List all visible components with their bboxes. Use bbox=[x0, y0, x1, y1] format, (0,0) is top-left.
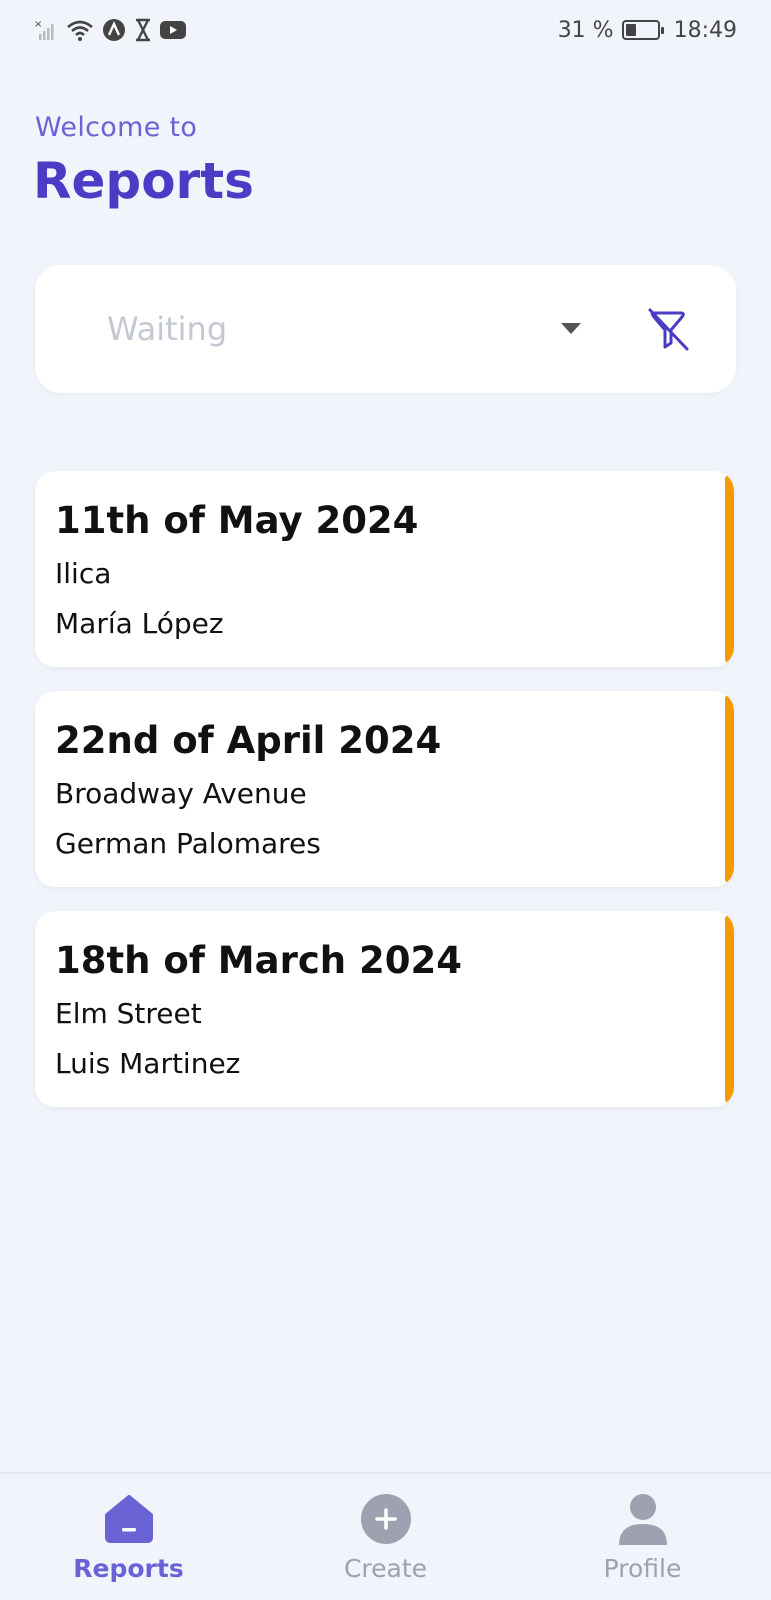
battery-icon bbox=[621, 20, 664, 40]
status-icons-right: 31 % 18:49 bbox=[558, 18, 737, 43]
status-indicator bbox=[725, 695, 734, 883]
status-filter: Waiting bbox=[35, 265, 736, 393]
status-icons-left: × bbox=[34, 18, 186, 42]
plus-circle-icon bbox=[359, 1492, 413, 1546]
report-location: Elm Street bbox=[55, 997, 202, 1030]
nav-item-profile[interactable]: Profile bbox=[514, 1474, 771, 1600]
bottom-nav: Reports Create Profile bbox=[0, 1472, 771, 1600]
nav-label: Reports bbox=[73, 1554, 184, 1583]
report-date: 18th of March 2024 bbox=[55, 939, 462, 982]
report-card[interactable]: 11th of May 2024 Ilica María López bbox=[35, 471, 734, 667]
battery-percent: 31 % bbox=[557, 17, 614, 43]
status-bar: × 31 % 18:49 bbox=[0, 0, 771, 60]
report-location: Ilica bbox=[55, 557, 112, 590]
report-list: 11th of May 2024 Ilica María López 22nd … bbox=[35, 471, 734, 1131]
report-date: 22nd of April 2024 bbox=[55, 719, 442, 762]
page-title: Reports bbox=[33, 152, 254, 210]
status-dropdown[interactable]: Waiting bbox=[35, 265, 645, 393]
caret-down-icon bbox=[561, 323, 581, 334]
wifi-icon bbox=[66, 18, 94, 42]
person-icon bbox=[616, 1492, 670, 1546]
report-person: María López bbox=[55, 607, 224, 640]
report-card[interactable]: 22nd of April 2024 Broadway Avenue Germa… bbox=[35, 691, 734, 887]
nav-arrow-icon bbox=[102, 18, 126, 42]
hourglass-icon bbox=[134, 18, 152, 42]
no-signal-icon: × bbox=[34, 18, 58, 42]
svg-text:×: × bbox=[34, 19, 42, 30]
report-date: 11th of May 2024 bbox=[55, 499, 419, 542]
status-indicator bbox=[725, 475, 734, 663]
status-indicator bbox=[725, 915, 734, 1103]
nav-item-reports[interactable]: Reports bbox=[0, 1474, 257, 1600]
report-card[interactable]: 18th of March 2024 Elm Street Luis Marti… bbox=[35, 911, 734, 1107]
filter-off-icon[interactable] bbox=[643, 305, 693, 355]
nav-label: Create bbox=[343, 1554, 428, 1583]
report-person: Luis Martinez bbox=[55, 1047, 241, 1080]
report-person: German Palomares bbox=[55, 827, 321, 860]
status-dropdown-value: Waiting bbox=[107, 310, 228, 348]
home-icon bbox=[102, 1492, 156, 1546]
report-location: Broadway Avenue bbox=[55, 777, 307, 810]
nav-item-create[interactable]: Create bbox=[257, 1474, 514, 1600]
welcome-text: Welcome to bbox=[35, 112, 198, 143]
nav-label: Profile bbox=[603, 1554, 682, 1583]
clock: 18:49 bbox=[673, 17, 737, 43]
youtube-icon bbox=[160, 20, 186, 40]
